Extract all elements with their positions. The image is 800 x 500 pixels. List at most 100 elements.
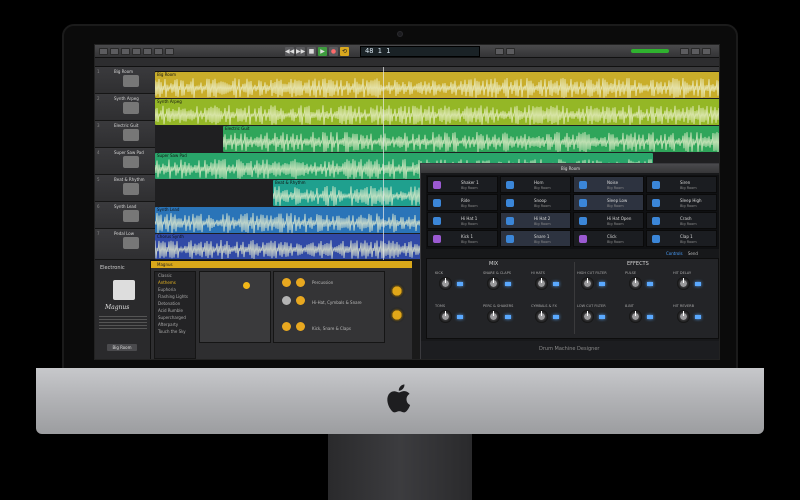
tuner-button[interactable] xyxy=(495,48,504,55)
tab-send[interactable]: Send xyxy=(688,251,698,256)
pad-instrument-icon xyxy=(506,199,514,207)
library-preset-button[interactable]: Big Room xyxy=(107,344,137,351)
control-knob[interactable] xyxy=(487,310,500,323)
help-button[interactable] xyxy=(121,48,130,55)
control-knob[interactable] xyxy=(439,277,452,290)
style-item[interactable]: Flashing Lights xyxy=(155,293,195,300)
track-header[interactable]: 6 Synth Lead xyxy=(95,202,155,229)
effects-title: EFFECTS xyxy=(627,261,649,267)
drum-pad[interactable]: Ride Big Room xyxy=(427,194,498,211)
loops-button[interactable] xyxy=(702,48,711,55)
drum-pad[interactable]: Hi Hat 2 Big Room xyxy=(500,212,571,229)
style-item[interactable]: Supercharged xyxy=(155,314,195,321)
kick-icon[interactable] xyxy=(282,322,291,331)
enable-led[interactable] xyxy=(695,315,701,319)
control-knob[interactable] xyxy=(439,310,452,323)
smart-controls-button[interactable] xyxy=(143,48,152,55)
play-button[interactable]: ▶ xyxy=(318,47,327,56)
control-knob[interactable] xyxy=(535,277,548,290)
drum-pad[interactable]: Hi Hat 1 Big Room xyxy=(427,212,498,229)
drum-pad[interactable]: Snare 1 Big Room xyxy=(500,230,571,247)
enable-led[interactable] xyxy=(599,315,605,319)
enable-led[interactable] xyxy=(647,315,653,319)
enable-led[interactable] xyxy=(553,315,559,319)
xy-puck[interactable] xyxy=(243,282,250,289)
drum-pad[interactable]: Kick 1 Big Room xyxy=(427,230,498,247)
library-button[interactable] xyxy=(99,48,108,55)
drum-pad[interactable]: Snoop Big Room xyxy=(500,194,571,211)
style-item[interactable]: Euphoria xyxy=(155,286,195,293)
style-item[interactable]: Afterparty xyxy=(155,321,195,328)
notepad-button[interactable] xyxy=(691,48,700,55)
playhead[interactable] xyxy=(383,67,384,260)
style-item[interactable]: Classic xyxy=(155,272,195,279)
stop-button[interactable]: ■ xyxy=(307,47,316,56)
swing-knob[interactable] xyxy=(389,307,405,323)
master-volume-slider[interactable] xyxy=(631,49,669,53)
drum-pad[interactable]: Clap 1 Big Room xyxy=(646,230,717,247)
pad-kit-name: Big Room xyxy=(534,204,551,208)
inspector-button[interactable] xyxy=(110,48,119,55)
knob-label: SNARE & CLAPS xyxy=(483,271,512,275)
track-header[interactable]: 1 Big Room xyxy=(95,67,155,94)
style-item[interactable]: Anthems xyxy=(155,279,195,286)
style-item[interactable]: Acid Rumble xyxy=(155,307,195,314)
lcd-display[interactable]: 48 1 1 xyxy=(360,46,480,57)
forward-button[interactable]: ▶▶ xyxy=(296,47,305,56)
toolbar-button[interactable] xyxy=(132,48,141,55)
cycle-button[interactable]: ⟲ xyxy=(340,47,349,56)
audio-region[interactable]: Big Room xyxy=(155,72,719,98)
control-knob[interactable] xyxy=(535,310,548,323)
control-knob[interactable] xyxy=(677,310,690,323)
drum-pad[interactable]: Sleep Low Big Room xyxy=(573,194,644,211)
enable-led[interactable] xyxy=(505,315,511,319)
control-knob[interactable] xyxy=(677,277,690,290)
style-item[interactable]: Detonation xyxy=(155,300,195,307)
cymbal-icon[interactable] xyxy=(282,278,291,287)
enable-led[interactable] xyxy=(599,282,605,286)
hihat-icon[interactable] xyxy=(282,296,291,305)
snare-icon[interactable] xyxy=(296,296,305,305)
enable-led[interactable] xyxy=(647,282,653,286)
solo-button[interactable] xyxy=(506,48,515,55)
enable-led[interactable] xyxy=(505,282,511,286)
drum-pad[interactable]: Click Big Room xyxy=(573,230,644,247)
control-knob[interactable] xyxy=(629,277,642,290)
dmd-title-bar: Big Room xyxy=(421,164,719,173)
audio-region[interactable]: Synth Arpeg xyxy=(155,99,719,125)
drum-pad[interactable]: Sleep High Big Room xyxy=(646,194,717,211)
drum-pad[interactable]: Shaker 1 Big Room xyxy=(427,176,498,193)
enable-led[interactable] xyxy=(457,315,463,319)
control-knob[interactable] xyxy=(581,310,594,323)
control-knob[interactable] xyxy=(487,277,500,290)
control-knob[interactable] xyxy=(629,310,642,323)
complexity-loudness-pad[interactable] xyxy=(199,271,271,343)
enable-led[interactable] xyxy=(553,282,559,286)
clap-icon[interactable] xyxy=(296,322,305,331)
record-button[interactable]: ● xyxy=(329,47,338,56)
instrument-icon xyxy=(123,210,139,222)
fill-knob[interactable] xyxy=(389,283,405,299)
list-editors-button[interactable] xyxy=(680,48,689,55)
track-header[interactable]: 4 Super Saw Pad xyxy=(95,148,155,175)
sticks-icon[interactable] xyxy=(296,278,305,287)
rewind-button[interactable]: ◀◀ xyxy=(285,47,294,56)
editors-button[interactable] xyxy=(165,48,174,55)
track-header[interactable]: 7 Pedal Low xyxy=(95,229,155,260)
drum-pad[interactable]: Siren Big Room xyxy=(646,176,717,193)
drum-pad[interactable]: Horn Big Room xyxy=(500,176,571,193)
region-label: Synth Arpeg xyxy=(157,99,182,104)
style-item[interactable]: Touch the Sky xyxy=(155,328,195,335)
drum-pad[interactable]: Noise Big Room xyxy=(573,176,644,193)
track-header[interactable]: 3 Electric Guit xyxy=(95,121,155,148)
control-knob[interactable] xyxy=(581,277,594,290)
track-header[interactable]: 5 Beat & Rhythm xyxy=(95,175,155,202)
enable-led[interactable] xyxy=(695,282,701,286)
enable-led[interactable] xyxy=(457,282,463,286)
mixer-button[interactable] xyxy=(154,48,163,55)
audio-region[interactable]: Electric Guit xyxy=(223,126,719,152)
drum-pad[interactable]: Hi Hat Open Big Room xyxy=(573,212,644,229)
drum-pad[interactable]: Crash Big Room xyxy=(646,212,717,229)
track-header[interactable]: 2 Synth Arpeg xyxy=(95,94,155,121)
tab-controls[interactable]: Controls xyxy=(666,251,683,256)
